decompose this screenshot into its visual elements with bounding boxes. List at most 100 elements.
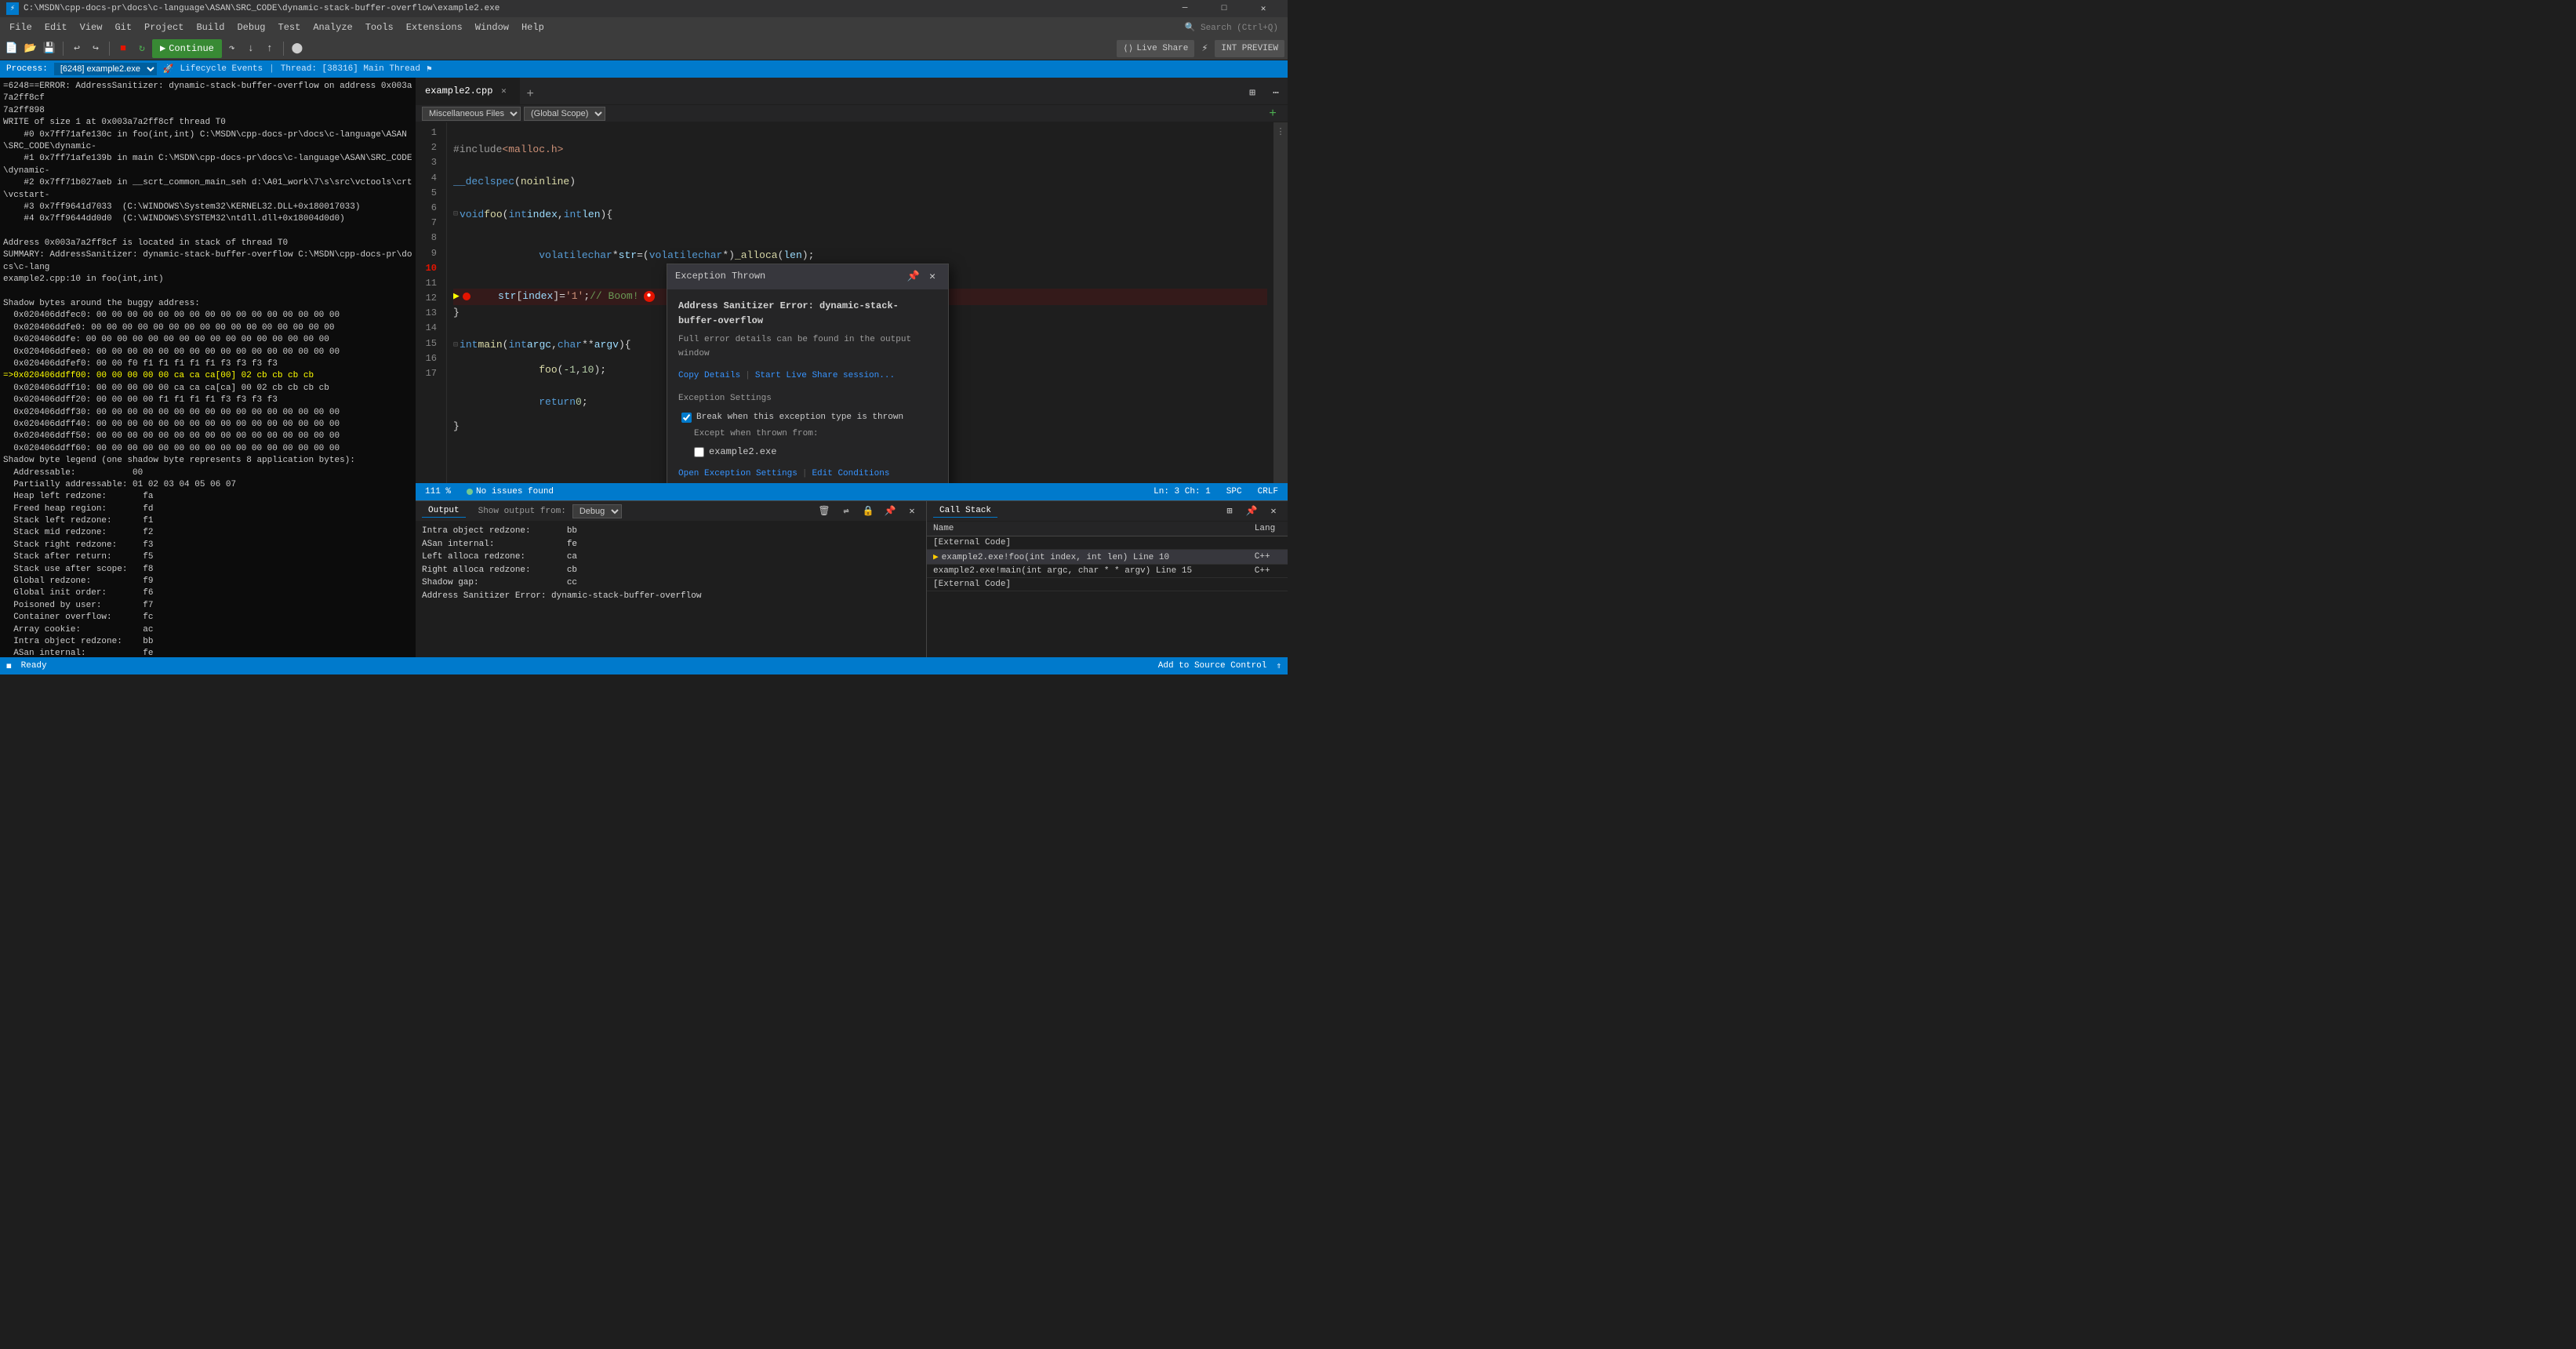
new-tab-button[interactable]: + [520,84,540,104]
open-btn[interactable]: 📂 [22,40,39,57]
step-into-btn[interactable]: ↓ [242,40,260,57]
pin-callstack-btn[interactable]: 📌 [1244,504,1259,519]
example-exe-label[interactable]: example2.exe [709,445,776,460]
step-out-btn[interactable]: ↑ [261,40,278,57]
menu-file[interactable]: File [3,17,38,37]
terminal-panel[interactable]: =6248==ERROR: AddressSanitizer: dynamic-… [0,78,416,657]
code-line-6: ⊟void foo(int index, int len) { [453,207,1267,224]
live-share-link[interactable]: Start Live Share session... [755,369,895,384]
add-btn[interactable]: + [1264,105,1281,122]
code-line-2: #include <malloc.h> [453,142,1267,158]
menu-git[interactable]: Git [108,17,138,37]
new-file-btn[interactable]: 📄 [3,40,20,57]
step-over-btn[interactable]: ↷ [223,40,241,57]
zoom-status[interactable]: 111 % [422,487,454,496]
exception-settings-title: Exception Settings [678,392,937,406]
process-selector[interactable]: [6248] example2.exe [54,63,157,75]
callstack-row[interactable]: ▶example2.exe!foo(int index, int len) Li… [927,550,1288,565]
undo-btn[interactable]: ↩ [68,40,85,57]
close-output-btn[interactable]: ✕ [904,504,920,519]
save-btn[interactable]: 💾 [41,40,58,57]
lock-output-btn[interactable]: 🔒 [860,504,876,519]
menu-project[interactable]: Project [138,17,190,37]
edit-conditions-link[interactable]: Edit Conditions [812,467,889,482]
terminal-line: Stack right redzone: f3 [3,540,412,551]
callstack-scroll[interactable]: Name Lang [External Code]▶example2.exe!f… [927,522,1288,657]
break-on-thrown-label[interactable]: Break when this exception type is thrown [696,411,903,425]
bottom-panels: Output Show output from: Debug 🗑 ⇌ 🔒 📌 ✕… [416,500,1288,657]
output-source-selector[interactable]: Debug [572,504,622,518]
pin-output-btn[interactable]: 📌 [882,504,898,519]
breakpoints-btn[interactable]: ⬤ [289,40,306,57]
lifecycle-label[interactable]: Lifecycle Events [180,64,263,74]
continue-button[interactable]: ▶ Continue [152,39,222,58]
toolbar-sep-3 [283,42,284,56]
open-exception-settings-link[interactable]: Open Exception Settings [678,467,798,482]
clear-output-btn[interactable]: 🗑 [816,504,832,519]
search-box[interactable]: 🔍 Search (Ctrl+Q) [1179,17,1284,37]
menu-window[interactable]: Window [469,17,515,37]
int-preview-button[interactable]: INT PREVIEW [1215,40,1284,57]
menu-test[interactable]: Test [272,17,307,37]
callstack-row[interactable]: [External Code] [927,536,1288,550]
minimize-button[interactable]: ─ [1167,0,1203,17]
crlf-status[interactable]: CRLF [1255,487,1281,496]
menu-help[interactable]: Help [515,17,550,37]
fold-btn-13[interactable]: ⊟ [453,340,458,352]
callstack-row[interactable]: [External Code] [927,578,1288,591]
menu-view[interactable]: View [74,17,109,37]
maximize-button[interactable]: □ [1206,0,1242,17]
live-share-button[interactable]: ⟨⟩ Live Share [1117,40,1194,57]
expand-callstack-btn[interactable]: ⊞ [1222,504,1237,519]
debug-arrow-icon: ▶ [453,289,460,305]
exception-pin-button[interactable]: 📌 [906,269,921,285]
terminal-line: Array cookie: ac [3,624,412,636]
exception-header: Exception Thrown 📌 ✕ [667,264,948,289]
example-exe-checkbox[interactable] [694,447,704,457]
exception-details-note: Full error details can be found in the o… [678,333,937,361]
tab-close-button[interactable]: ✕ [497,85,510,97]
menu-edit[interactable]: Edit [38,17,74,37]
close-callstack-btn[interactable]: ✕ [1266,504,1281,519]
file-selector[interactable]: Miscellaneous Files [422,107,521,121]
more-tabs-btn[interactable]: ⋯ [1267,84,1284,101]
toolbar-extra-btn[interactable]: ⚡ [1196,40,1213,57]
breakpoint-10[interactable] [463,293,471,300]
exception-close-button[interactable]: ✕ [925,269,940,285]
terminal-line: Addressable: 00 [3,467,412,479]
fold-btn-6[interactable]: ⊟ [453,209,458,221]
callstack-row[interactable]: example2.exe!main(int argc, char * * arg… [927,565,1288,578]
copy-details-link[interactable]: Copy Details [678,369,740,384]
status-bar: 111 % No issues found Ln: 3 Ch: 1 SPC CR… [416,483,1288,500]
wrap-output-btn[interactable]: ⇌ [838,504,854,519]
spc-status[interactable]: SPC [1223,487,1245,496]
tab-example2-cpp[interactable]: example2.cpp ✕ [416,78,520,104]
menu-analyze[interactable]: Analyze [307,17,358,37]
menu-bar: File Edit View Git Project Build Debug T… [0,17,1288,37]
stop-btn[interactable]: ■ [114,40,132,57]
exception-error-type: Address Sanitizer Error: dynamic-stack-b… [678,299,937,329]
tab-bar: example2.cpp ✕ + ⊞ ⋯ [416,78,1288,105]
code-content[interactable]: #include <malloc.h> __declspec(noinline)… [447,122,1273,483]
redo-btn[interactable]: ↪ [87,40,104,57]
issues-status[interactable]: No issues found [463,487,557,496]
ln-col-status[interactable]: Ln: 3 Ch: 1 [1150,487,1214,496]
callstack-tab[interactable]: Call Stack [933,504,997,518]
restart-btn[interactable]: ↻ [133,40,151,57]
minimap-toggle[interactable]: ⋮ [1274,125,1287,138]
scope-selector[interactable]: (Global Scope) [524,107,605,121]
menu-debug[interactable]: Debug [231,17,271,37]
close-button[interactable]: ✕ [1245,0,1281,17]
spc-value: SPC [1226,487,1242,496]
lifecycle-btn[interactable]: 🚀 [163,64,174,75]
break-on-thrown-checkbox[interactable] [681,413,692,423]
output-tab[interactable]: Output [422,504,466,518]
split-editor-btn[interactable]: ⊞ [1244,84,1261,101]
code-line-7 [453,224,1267,240]
output-line: Shadow gap: cc [422,576,920,590]
output-panel-body[interactable]: Intra object redzone: bbASan internal: f… [416,522,926,657]
menu-extensions[interactable]: Extensions [400,17,469,37]
source-control-label[interactable]: Add to Source Control [1158,661,1267,671]
menu-tools[interactable]: Tools [359,17,400,37]
menu-build[interactable]: Build [190,17,231,37]
